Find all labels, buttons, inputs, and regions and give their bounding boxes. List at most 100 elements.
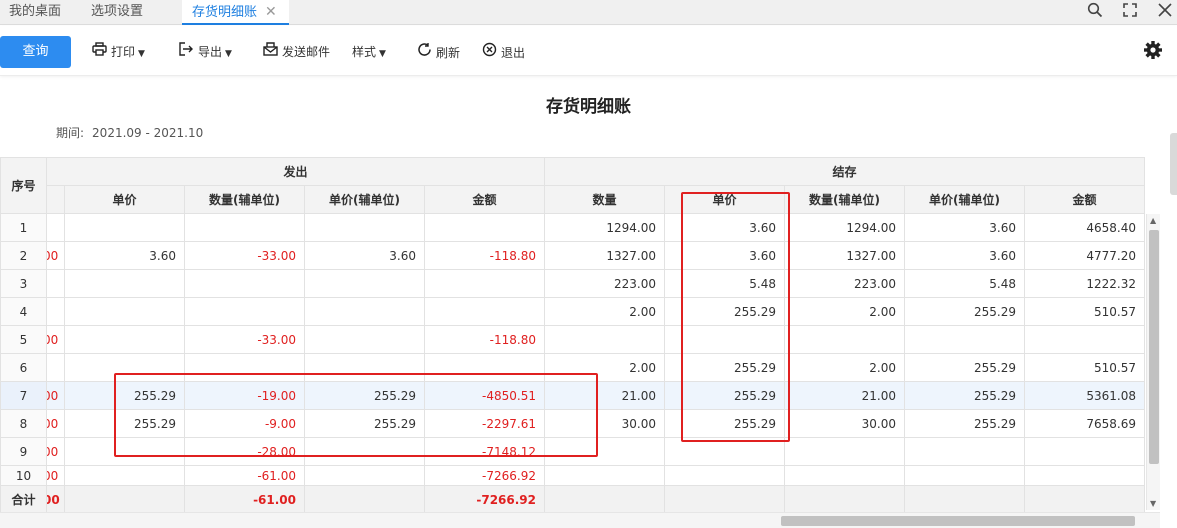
period-value: 2021.09 - 2021.10 [92, 126, 204, 140]
chevron-down-icon: ▼ [379, 49, 386, 59]
header-out-qty-aux[interactable]: 数量(辅单位) [184, 185, 305, 214]
cell-bal-qty-aux [784, 465, 905, 486]
table-row[interactable]: 1 1294.00 3.60 1294.00 3.60 4658.40 [0, 213, 1145, 242]
scroll-down-icon[interactable]: ▼ [1150, 499, 1156, 508]
style-button[interactable]: 样式 ▼ [352, 42, 386, 62]
table-row[interactable]: 5 00 -33.00 -118.80 [0, 325, 1145, 354]
search-icon[interactable] [1085, 2, 1105, 22]
header-bal-amount[interactable]: 金额 [1024, 185, 1145, 214]
header-bal-price-aux[interactable]: 单价(辅单位) [904, 185, 1025, 214]
cell-cut [46, 297, 65, 326]
cell-cut: 00 [46, 325, 65, 354]
table-row[interactable]: 3 223.00 5.48 223.00 5.48 1222.32 [0, 269, 1145, 298]
chevron-down-icon: ▼ [138, 49, 145, 59]
cell-out-price-aux [304, 465, 425, 486]
refresh-icon [416, 42, 432, 63]
exit-label: 退出 [501, 46, 526, 60]
vertical-scroll-thumb[interactable] [1149, 230, 1159, 464]
cell-bal-price-aux: 3.60 [904, 213, 1025, 242]
cell-cut [46, 269, 65, 298]
cell-bal-qty: 1294.00 [544, 213, 665, 242]
scroll-up-icon[interactable]: ▲ [1150, 216, 1156, 225]
cell-out-price [64, 213, 185, 242]
cell-out-price-aux: 3.60 [304, 241, 425, 270]
cell-bal-qty-aux: 2.00 [784, 297, 905, 326]
tab-option-settings[interactable]: 选项设置 [91, 0, 143, 25]
printer-icon [91, 42, 107, 62]
fullscreen-icon[interactable] [1120, 2, 1140, 22]
header-out-amount[interactable]: 金额 [424, 185, 545, 214]
cell-seq: 5 [0, 325, 47, 354]
table-row[interactable]: 10 00 -61.00 -7266.92 [0, 465, 1145, 486]
export-icon [178, 42, 194, 62]
cell-bal-qty-aux: 1294.00 [784, 213, 905, 242]
cell-seq: 6 [0, 353, 47, 382]
cell-total-out-qty-aux: -61.00 [184, 485, 305, 514]
tab-inventory-ledger[interactable]: 存货明细账 ✕ [182, 0, 289, 25]
header-group-out: 发出 [46, 157, 545, 186]
annotation-box-out-rows [114, 373, 598, 457]
report-title: 存货明细账 [546, 97, 631, 117]
tab-my-desktop[interactable]: 我的桌面 [9, 0, 61, 25]
cell-bal-price-aux [904, 485, 1025, 514]
cell-seq: 7 [0, 381, 47, 410]
cell-bal-price-aux: 5.48 [904, 269, 1025, 298]
cell-bal-qty: 223.00 [544, 269, 665, 298]
cell-out-price-aux [304, 325, 425, 354]
cell-total-out-amount: -7266.92 [424, 485, 545, 514]
table-row[interactable]: 4 2.00 255.29 2.00 255.29 510.57 [0, 297, 1145, 326]
header-out-price-aux[interactable]: 单价(辅单位) [304, 185, 425, 214]
header-cut [46, 185, 65, 214]
gear-icon[interactable] [1143, 40, 1163, 65]
cell-out-price [64, 269, 185, 298]
tab-label: 存货明细账 [192, 5, 258, 20]
cell-bal-price-aux: 255.29 [904, 353, 1025, 382]
cell-bal-qty [544, 485, 665, 514]
cell-bal-qty-aux: 223.00 [784, 269, 905, 298]
export-label: 导出 [198, 45, 223, 59]
cell-bal-qty: 2.00 [544, 297, 665, 326]
table-row[interactable]: 2 00 3.60 -33.00 3.60 -118.80 1327.00 3.… [0, 241, 1145, 270]
cell-out-qty-aux [184, 297, 305, 326]
horizontal-scroll-thumb[interactable] [781, 516, 1135, 526]
cell-bal-qty-aux [784, 325, 905, 354]
cell-seq: 4 [0, 297, 47, 326]
cell-bal-amount: 7658.69 [1024, 409, 1145, 438]
cell-cut: 00 [46, 381, 65, 410]
side-panel-handle[interactable] [1170, 133, 1177, 195]
email-icon [262, 42, 278, 62]
cell-out-price-aux [304, 269, 425, 298]
tab-close-icon[interactable]: ✕ [265, 4, 277, 20]
close-icon[interactable] [1155, 2, 1175, 22]
tab-label: 我的桌面 [9, 4, 62, 19]
exit-button[interactable]: 退出 [481, 42, 525, 62]
cell-bal-price-aux [904, 437, 1025, 466]
cell-bal-amount [1024, 325, 1145, 354]
cell-out-qty-aux [184, 269, 305, 298]
cell-out-amount: -7266.92 [424, 465, 545, 486]
query-button[interactable]: 查询 [0, 36, 71, 68]
cell-bal-qty [544, 325, 665, 354]
vertical-scrollbar[interactable]: ▲ ▼ [1146, 214, 1160, 510]
cell-out-price: 3.60 [64, 241, 185, 270]
cell-out-price [64, 325, 185, 354]
cell-bal-price-aux: 255.29 [904, 297, 1025, 326]
refresh-label: 刷新 [436, 46, 461, 60]
horizontal-scrollbar[interactable] [0, 512, 1160, 528]
cell-bal-amount [1024, 437, 1145, 466]
header-bal-qty-aux[interactable]: 数量(辅单位) [784, 185, 905, 214]
refresh-button[interactable]: 刷新 [416, 42, 460, 62]
cell-bal-qty-aux: 21.00 [784, 381, 905, 410]
cell-cut: 00 [46, 485, 65, 514]
cell-bal-qty: 1327.00 [544, 241, 665, 270]
tab-bar: 我的桌面 选项设置 存货明细账 ✕ [0, 0, 1177, 25]
send-email-button[interactable]: 发送邮件 [262, 42, 330, 62]
cell-seq: 8 [0, 409, 47, 438]
annotation-box-balance-price [681, 192, 790, 442]
header-bal-qty[interactable]: 数量 [544, 185, 665, 214]
cell-out-amount [424, 269, 545, 298]
header-out-price[interactable]: 单价 [64, 185, 185, 214]
print-button[interactable]: 打印 ▼ [91, 42, 145, 62]
export-button[interactable]: 导出 ▼ [178, 42, 232, 62]
cell-cut: 00 [46, 409, 65, 438]
